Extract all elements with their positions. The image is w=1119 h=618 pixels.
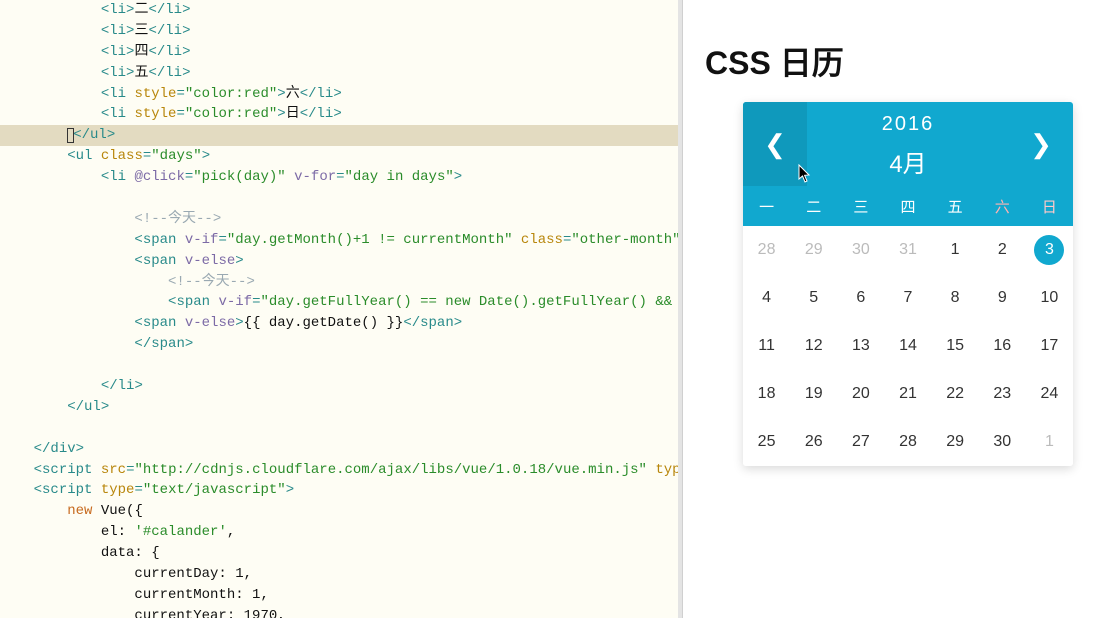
code-line[interactable]: <li>四</li> [0,42,678,63]
code-line[interactable]: </ul> [0,397,678,418]
calendar-day[interactable]: 13 [837,322,884,370]
calendar-day[interactable]: 11 [743,322,790,370]
calendar-widget: ❮ 2016 4月 ❯ 一二三四五六日 28293031123456789101… [743,102,1073,466]
calendar-day[interactable]: 24 [1026,370,1073,418]
calendar-day[interactable]: 23 [979,370,1026,418]
weekday-label: 一 [743,196,790,217]
calendar-day[interactable]: 18 [743,370,790,418]
calendar-day[interactable]: 26 [790,418,837,466]
calendar-days: 2829303112345678910111213141516171819202… [743,226,1073,466]
weekday-label: 三 [837,196,884,217]
calendar-day[interactable]: 29 [790,226,837,274]
calendar-day[interactable]: 16 [979,322,1026,370]
code-line[interactable]: el: '#calander', [0,522,678,543]
code-line[interactable]: </span> [0,334,678,355]
calendar-year: 2016 [807,109,1009,136]
calendar-day[interactable]: 1 [932,226,979,274]
calendar-day[interactable]: 12 [790,322,837,370]
prev-month-button[interactable]: ❮ [743,102,807,186]
calendar-day[interactable]: 25 [743,418,790,466]
weekday-label: 四 [884,196,931,217]
code-line[interactable]: </div> [0,439,678,460]
code-line[interactable]: currentMonth: 1, [0,585,678,606]
code-editor[interactable]: <li>二</li> <li>三</li> <li>四</li> <li>五</… [0,0,678,618]
today-marker: 3 [1034,235,1064,265]
code-line[interactable]: <script src="http://cdnjs.cloudflare.com… [0,460,678,481]
preview-pane: CSS 日历 ❮ 2016 4月 ❯ 一二三四五六日 2829303112345… [683,0,1119,618]
calendar-day[interactable]: 10 [1026,274,1073,322]
calendar-day[interactable]: 22 [932,370,979,418]
calendar-day[interactable]: 5 [790,274,837,322]
calendar-day[interactable]: 1 [1026,418,1073,466]
code-line[interactable]: data: { [0,543,678,564]
calendar-day[interactable]: 31 [884,226,931,274]
weekday-label: 六 [979,196,1026,217]
code-line[interactable]: </ul> [0,125,678,146]
code-line[interactable]: </li> [0,376,678,397]
weekday-label: 日 [1026,196,1073,217]
calendar-day[interactable]: 15 [932,322,979,370]
calendar-header: ❮ 2016 4月 ❯ [743,102,1073,186]
code-line[interactable]: currentYear: 1970, [0,606,678,618]
code-line[interactable] [0,188,678,209]
calendar-day[interactable]: 7 [884,274,931,322]
code-line[interactable]: <li>二</li> [0,0,678,21]
next-month-button[interactable]: ❯ [1009,102,1073,186]
calendar-day[interactable]: 3 [1026,226,1073,274]
code-line[interactable]: <span v-if="day.getMonth()+1 != currentM… [0,230,678,251]
calendar-day[interactable]: 14 [884,322,931,370]
weekday-label: 五 [932,196,979,217]
calendar-day[interactable]: 8 [932,274,979,322]
code-line[interactable]: <li>三</li> [0,21,678,42]
calendar-day[interactable]: 29 [932,418,979,466]
weekday-label: 二 [790,196,837,217]
code-line[interactable]: new Vue({ [0,501,678,522]
calendar-day[interactable]: 2 [979,226,1026,274]
calendar-day[interactable]: 4 [743,274,790,322]
calendar-month: 4月 [807,144,1009,179]
calendar-title: 2016 4月 [807,109,1009,179]
code-line[interactable]: <li>五</li> [0,63,678,84]
code-line[interactable]: <span v-else>{{ day.getDate() }}</span> [0,313,678,334]
code-line[interactable]: <!--今天--> [0,209,678,230]
calendar-day[interactable]: 27 [837,418,884,466]
calendar-day[interactable]: 28 [743,226,790,274]
calendar-day[interactable]: 9 [979,274,1026,322]
calendar-day[interactable]: 28 [884,418,931,466]
calendar-day[interactable]: 21 [884,370,931,418]
code-line[interactable] [0,355,678,376]
code-line[interactable]: <li @click="pick(day)" v-for="day in day… [0,167,678,188]
code-line[interactable] [0,418,678,439]
code-line[interactable]: <!--今天--> [0,272,678,293]
calendar-day[interactable]: 19 [790,370,837,418]
calendar-day[interactable]: 30 [979,418,1026,466]
page-title: CSS 日历 [705,38,1119,84]
code-line[interactable]: <li style="color:red">六</li> [0,84,678,105]
calendar-day[interactable]: 20 [837,370,884,418]
code-line[interactable]: currentDay: 1, [0,564,678,585]
code-line[interactable]: <span v-else> [0,251,678,272]
calendar-day[interactable]: 17 [1026,322,1073,370]
calendar-day[interactable]: 30 [837,226,884,274]
code-line[interactable]: <span v-if="day.getFullYear() == new Dat… [0,292,678,313]
code-line[interactable]: <li style="color:red">日</li> [0,104,678,125]
calendar-day[interactable]: 6 [837,274,884,322]
calendar-weekdays: 一二三四五六日 [743,186,1073,226]
code-line[interactable]: <ul class="days"> [0,146,678,167]
code-line[interactable]: <script type="text/javascript"> [0,480,678,501]
